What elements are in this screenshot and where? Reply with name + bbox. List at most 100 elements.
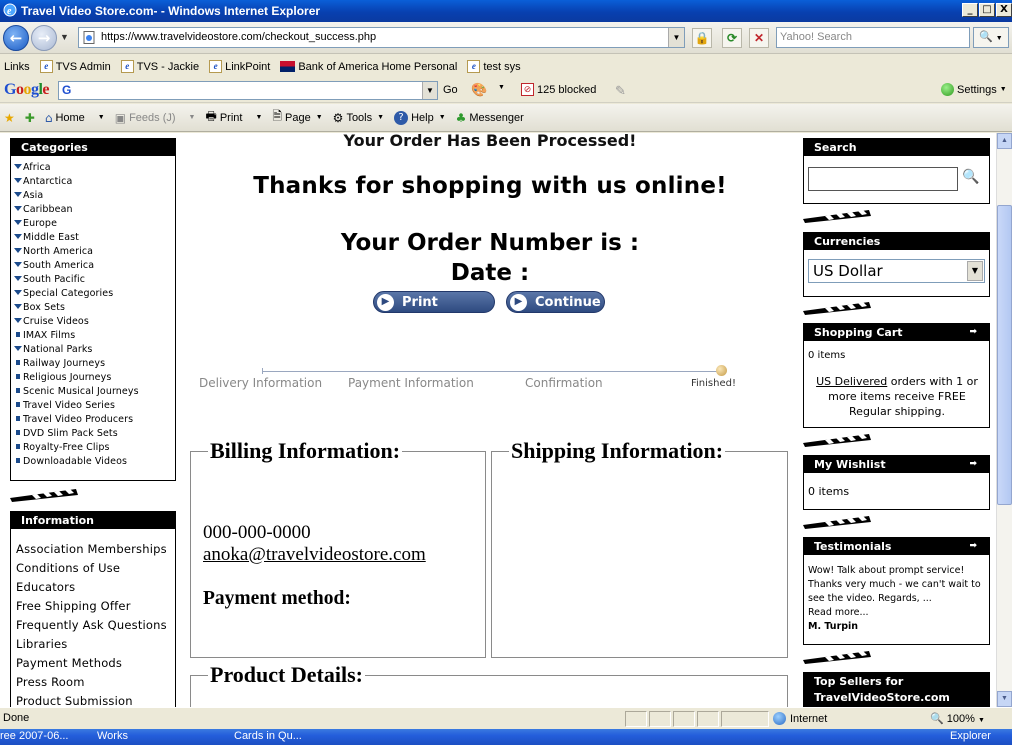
- address-toolbar: ← → ▼ https://www.travelvideostore.com/c…: [0, 22, 1012, 54]
- us-delivered-link[interactable]: US Delivered: [816, 375, 887, 388]
- print-button[interactable]: 🖶 Print ▼: [205, 107, 262, 128]
- category-link[interactable]: National Parks: [14, 343, 175, 357]
- testimonial-text: Wow! Talk about prompt service! Thanks v…: [808, 565, 981, 604]
- category-link[interactable]: Africa: [14, 161, 175, 175]
- refresh-icon[interactable]: ⟳: [722, 28, 742, 48]
- scroll-down-icon[interactable]: ▼: [997, 691, 1012, 707]
- wishlist-title[interactable]: My Wishlist ➡: [804, 456, 989, 473]
- forward-button[interactable]: →: [31, 25, 57, 51]
- shopping-cart-title[interactable]: Shopping Cart ➡: [804, 324, 989, 341]
- category-link[interactable]: IMAX Films: [14, 329, 175, 343]
- search-go-button[interactable]: 🔍 ▼: [973, 27, 1009, 48]
- home-icon: ⌂: [44, 110, 53, 125]
- category-link[interactable]: Scenic Musical Journeys: [14, 385, 175, 399]
- tools-menu[interactable]: ⚙ Tools ▼: [333, 111, 384, 125]
- triangle-down-icon: [14, 178, 22, 183]
- category-link[interactable]: Europe: [14, 217, 175, 231]
- taskbar-item[interactable]: ree 2007-06...: [0, 730, 69, 742]
- recent-pages-dropdown-icon[interactable]: ▼: [60, 32, 69, 42]
- read-more-link[interactable]: Read more...: [808, 606, 986, 620]
- maximize-button[interactable]: □: [979, 3, 995, 17]
- favorites-star-icon[interactable]: ★: [4, 111, 15, 125]
- category-link[interactable]: Religious Journeys: [14, 371, 175, 385]
- info-link-conditions-of-use[interactable]: Conditions of Use: [16, 559, 175, 578]
- zoom-level[interactable]: 🔍 100% ▼: [930, 712, 985, 725]
- category-link[interactable]: Middle East: [14, 231, 175, 245]
- taskbar-item[interactable]: Works: [97, 730, 128, 742]
- link-test-sys[interactable]: e test sys: [467, 60, 521, 73]
- google-settings-button[interactable]: Settings ▼: [941, 83, 1007, 96]
- spell-check-icon[interactable]: ✎: [615, 83, 626, 99]
- info-link-free-shipping-offer[interactable]: Free Shipping Offer: [16, 597, 175, 616]
- bullet-square-icon: [16, 332, 20, 337]
- google-go-button[interactable]: Go: [443, 84, 458, 96]
- scroll-up-icon[interactable]: ▲: [997, 133, 1012, 149]
- popup-blocker[interactable]: ⊘ 125 blocked: [521, 83, 596, 96]
- home-button[interactable]: ⌂ Home ▼: [45, 111, 105, 125]
- add-favorite-icon[interactable]: ✚: [25, 111, 35, 125]
- info-link-educators[interactable]: Educators: [16, 578, 175, 597]
- vertical-scrollbar[interactable]: ▲ ▼: [996, 133, 1012, 707]
- category-link[interactable]: Downloadable Videos: [14, 455, 175, 469]
- page-menu[interactable]: 🗎 Page ▼: [272, 107, 322, 128]
- category-link[interactable]: Special Categories: [14, 287, 175, 301]
- security-zone[interactable]: Internet: [773, 712, 827, 725]
- category-link[interactable]: Caribbean: [14, 203, 175, 217]
- google-dropdown-icon[interactable]: ▼: [422, 82, 437, 99]
- bullet-square-icon: [16, 458, 20, 463]
- category-link[interactable]: Travel Video Producers: [14, 413, 175, 427]
- triangle-down-icon: [14, 220, 22, 225]
- category-link[interactable]: Cruise Videos: [14, 315, 175, 329]
- category-link[interactable]: Royalty-Free Clips: [14, 441, 175, 455]
- google-toolbar: Google G ▼ Go 🎨 ▼ ⊘ 125 blocked ✎ Settin…: [0, 78, 1012, 103]
- triangle-down-icon: [14, 234, 22, 239]
- stop-icon[interactable]: ✕: [749, 28, 769, 48]
- url-field[interactable]: https://www.travelvideostore.com/checkou…: [78, 27, 685, 48]
- google-search-input[interactable]: G ▼: [58, 81, 438, 100]
- feeds-button[interactable]: ▣ Feeds (J) ▼: [115, 111, 196, 125]
- category-link[interactable]: DVD Slim Pack Sets: [14, 427, 175, 441]
- category-link[interactable]: North America: [14, 245, 175, 259]
- testimonials-title[interactable]: Testimonials ➡: [804, 538, 989, 555]
- category-link[interactable]: South America: [14, 259, 175, 273]
- step-payment-information: Payment Information: [348, 376, 474, 390]
- link-tvs-jackie[interactable]: e TVS - Jackie: [120, 60, 199, 73]
- category-link[interactable]: Asia: [14, 189, 175, 203]
- billing-email-link[interactable]: anoka@travelvideostore.com: [203, 544, 426, 566]
- info-link-faq[interactable]: Frequently Ask Questions: [16, 616, 175, 635]
- link-bank-of-america[interactable]: Bank of America Home Personal: [280, 61, 457, 73]
- info-link-product-submission[interactable]: Product Submission: [16, 692, 175, 707]
- close-button[interactable]: X: [996, 3, 1012, 17]
- info-link-association-memberships[interactable]: Association Memberships: [16, 540, 175, 559]
- currency-select[interactable]: US Dollar ▼: [808, 259, 985, 283]
- category-link[interactable]: South Pacific: [14, 273, 175, 287]
- minimize-button[interactable]: _: [962, 3, 978, 17]
- taskbar-item[interactable]: Explorer: [950, 730, 991, 742]
- category-link[interactable]: Box Sets: [14, 301, 175, 315]
- shopping-cart-box: Shopping Cart ➡ 0 items US Delivered orde…: [803, 323, 990, 428]
- link-linkpoint[interactable]: e LinkPoint: [209, 60, 270, 73]
- taskbar-item[interactable]: Cards in Qu...: [234, 730, 302, 742]
- category-link[interactable]: Railway Journeys: [14, 357, 175, 371]
- print-invoice-button[interactable]: ▶ Print Invoice: [373, 291, 495, 331]
- info-link-libraries[interactable]: Libraries: [16, 635, 175, 654]
- site-search-input[interactable]: [808, 167, 958, 191]
- top-sellers-title[interactable]: Top Sellers for TravelVideoStore.com: [804, 673, 989, 707]
- scrollbar-thumb[interactable]: [997, 205, 1012, 505]
- category-link[interactable]: Travel Video Series: [14, 399, 175, 413]
- link-tvs-admin[interactable]: e TVS Admin: [39, 60, 111, 73]
- help-menu[interactable]: ? Help ▼: [394, 110, 446, 125]
- url-dropdown-icon[interactable]: ▼: [668, 28, 684, 47]
- back-button[interactable]: ←: [3, 25, 29, 51]
- lock-icon[interactable]: 🔒: [692, 28, 712, 48]
- window-title-bar: e Travel Video Store.com- - Windows Inte…: [0, 0, 1012, 22]
- info-link-press-room[interactable]: Press Room: [16, 673, 175, 692]
- info-link-payment-methods[interactable]: Payment Methods: [16, 654, 175, 673]
- messenger-button[interactable]: ♣ Messenger: [456, 111, 524, 125]
- continue-button[interactable]: ▶ Continue: [506, 291, 605, 313]
- web-search-input[interactable]: Yahoo! Search: [776, 27, 970, 48]
- shipping-title: Shipping Information:: [511, 438, 724, 463]
- category-link[interactable]: Antarctica: [14, 175, 175, 189]
- google-tools-icon[interactable]: 🎨: [471, 82, 487, 98]
- search-magnifier-icon[interactable]: 🔍: [962, 169, 979, 185]
